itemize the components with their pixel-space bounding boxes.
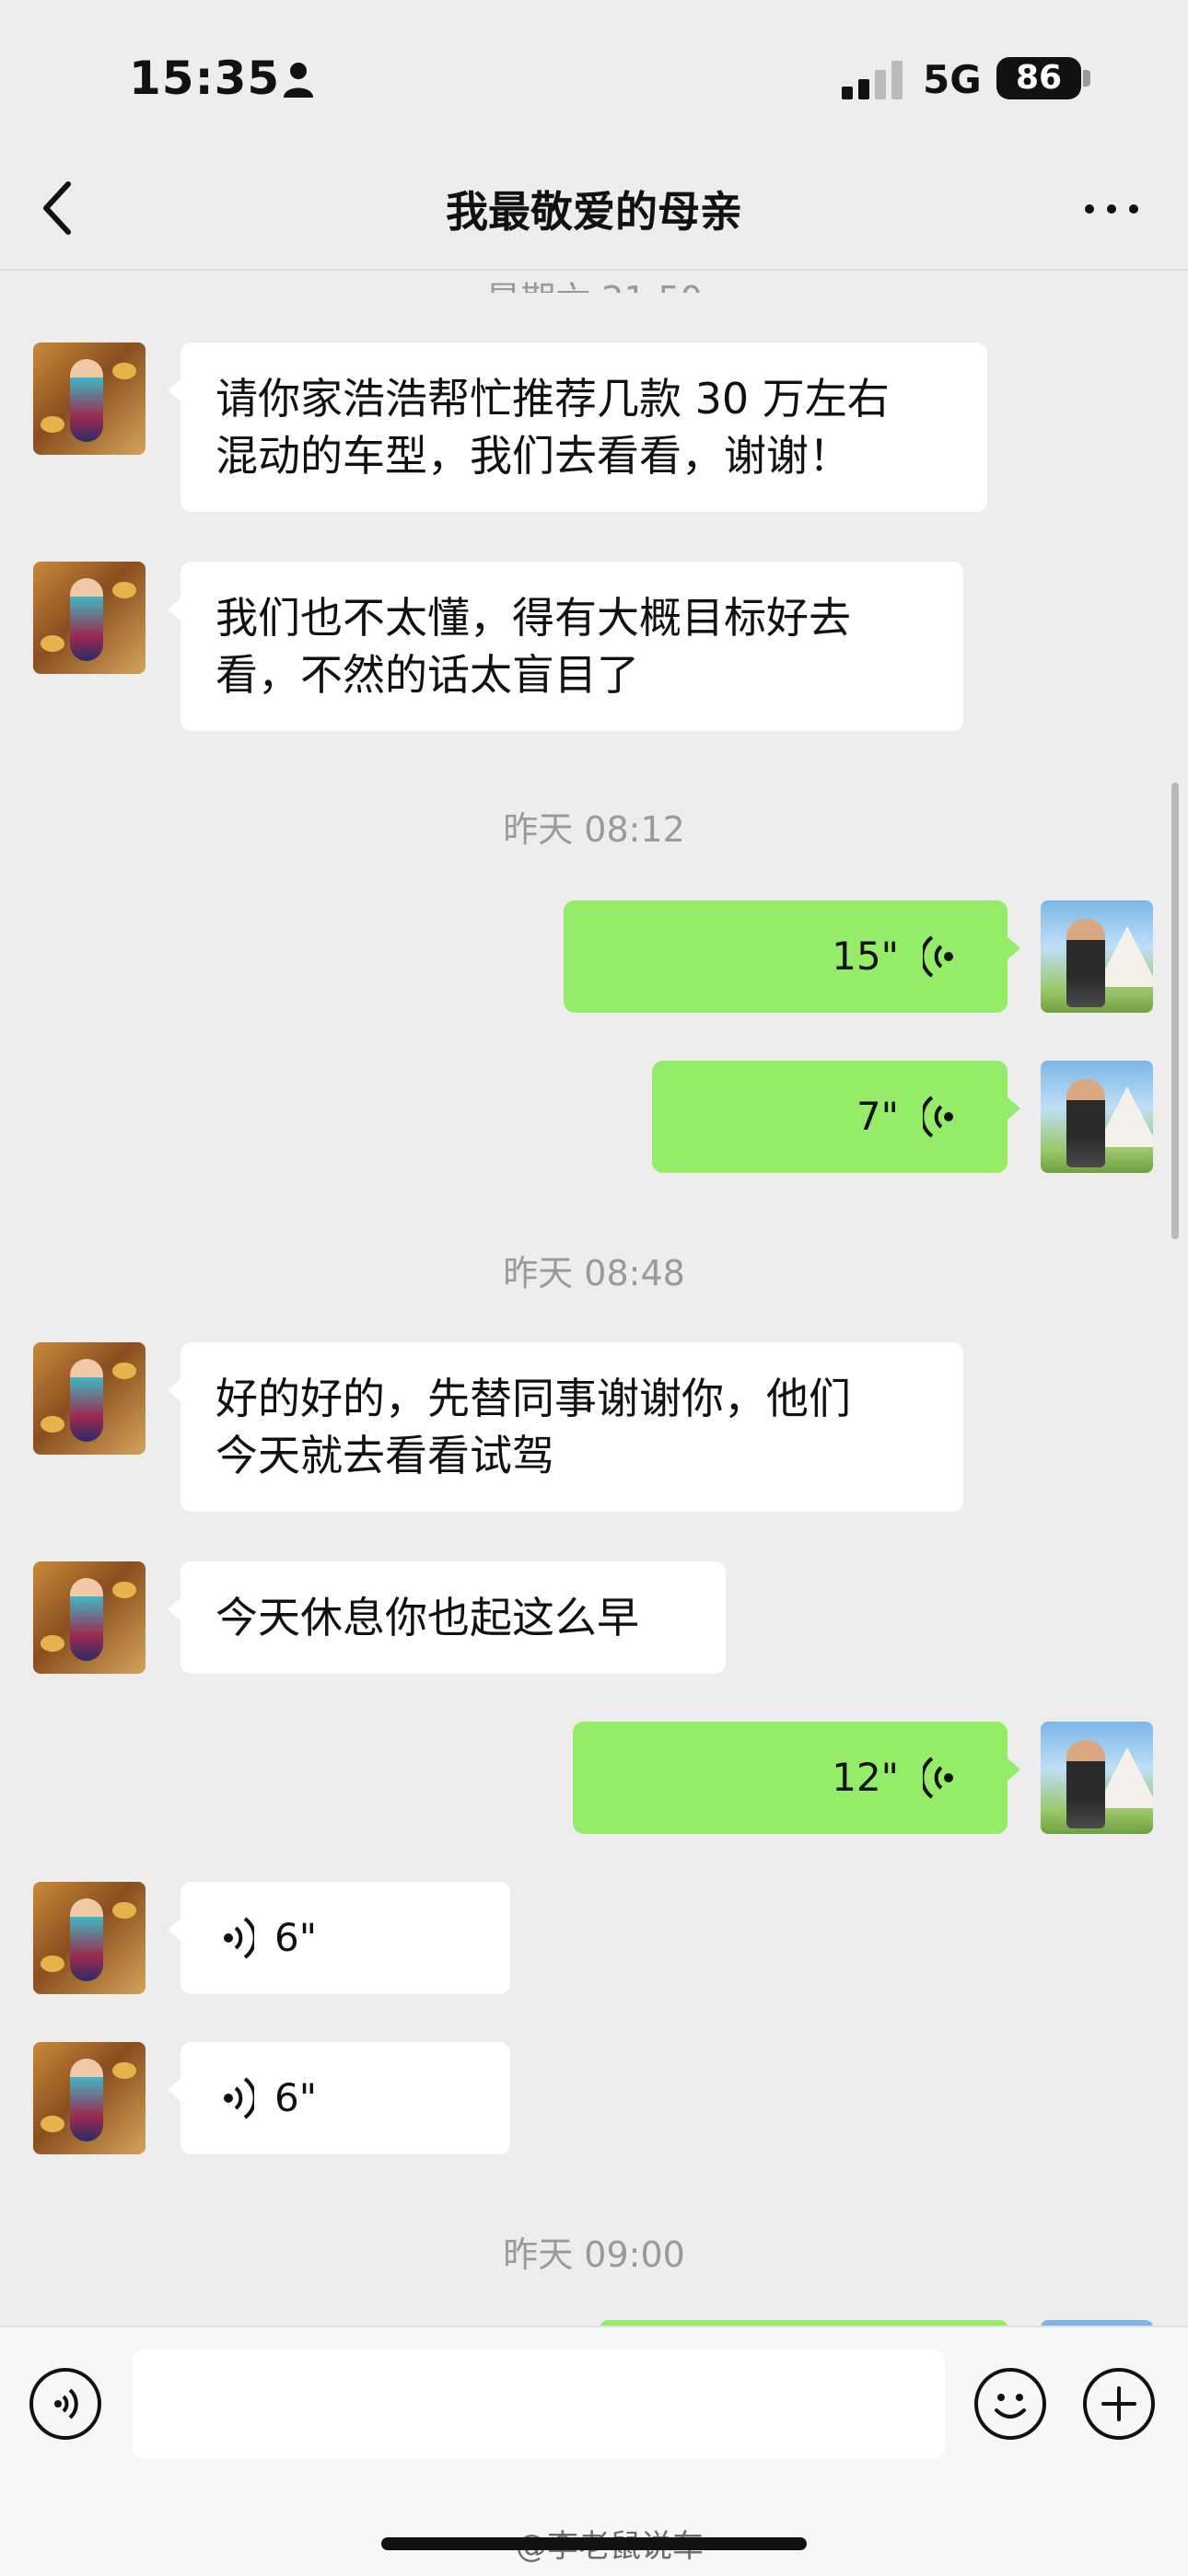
incoming-text-bubble[interactable]: 我们也不太懂，得有大概目标好去 看，不然的话太盲目了 xyxy=(168,562,963,731)
status-time: 15:35 xyxy=(129,52,281,105)
voice-wave-icon xyxy=(224,1917,254,1959)
contact-avatar[interactable] xyxy=(33,1342,146,1455)
message-line: 今天休息你也起这么早 xyxy=(215,1593,639,1642)
message-line: 看，不然的话太盲目了 xyxy=(215,650,639,700)
self-avatar[interactable] xyxy=(1041,900,1153,1013)
chat-title: 我最敬爱的母亲 xyxy=(446,187,742,237)
timestamp: 昨天 08:48 xyxy=(503,1253,685,1294)
voice-duration: 12" xyxy=(832,1755,899,1800)
message-line: 今天就去看看试驾 xyxy=(215,1431,554,1480)
timestamp-partial: 星期六 21:50 xyxy=(0,271,1188,293)
contact-avatar[interactable] xyxy=(33,1561,146,1674)
person-icon xyxy=(284,63,313,98)
voice-duration: 6" xyxy=(274,1915,318,1960)
timestamp: 昨天 09:00 xyxy=(503,2234,685,2275)
chat-scrollbar[interactable] xyxy=(1171,783,1179,1239)
emoji-icon[interactable] xyxy=(974,2368,1046,2440)
self-avatar[interactable] xyxy=(1041,1061,1153,1173)
battery-tip xyxy=(1083,70,1090,87)
message-line: 请你家浩浩帮忙推荐几款 30 万左右 xyxy=(215,374,890,424)
contact-avatar[interactable] xyxy=(33,562,146,674)
plus-icon[interactable] xyxy=(1083,2368,1155,2440)
message-input[interactable] xyxy=(133,2350,945,2458)
voice-wave-icon xyxy=(923,935,953,978)
voice-wave-icon xyxy=(923,1096,953,1138)
voice-duration: 15" xyxy=(832,934,899,979)
outgoing-voice-bubble[interactable]: 12" xyxy=(573,1722,1020,1834)
incoming-text-bubble[interactable]: 今天休息你也起这么早 xyxy=(168,1561,726,1674)
outgoing-voice-bubble[interactable]: 15" xyxy=(564,900,1020,1013)
outgoing-voice-bubble[interactable]: 7" xyxy=(652,1061,1020,1173)
voice-duration: 7" xyxy=(856,1094,899,1139)
voice-wave-icon xyxy=(224,2077,254,2119)
timestamp: 昨天 08:12 xyxy=(503,809,685,850)
home-indicator[interactable] xyxy=(381,2537,807,2550)
incoming-voice-bubble[interactable]: 6" xyxy=(168,1882,510,1994)
battery-indicator: 86 xyxy=(996,57,1081,99)
contact-avatar[interactable] xyxy=(33,2042,146,2154)
voice-duration: 6" xyxy=(274,2075,318,2120)
message-line: 混动的车型，我们去看看，谢谢！ xyxy=(215,431,851,481)
incoming-voice-bubble[interactable]: 6" xyxy=(168,2042,510,2154)
timestamp-clip: 星期六 21:50 xyxy=(0,271,1188,293)
contact-avatar[interactable] xyxy=(33,1882,146,1994)
voice-icon[interactable] xyxy=(29,2368,101,2440)
voice-wave-icon xyxy=(923,1757,953,1799)
incoming-text-bubble[interactable]: 请你家浩浩帮忙推荐几款 30 万左右 混动的车型，我们去看看，谢谢！ xyxy=(168,342,987,512)
incoming-text-bubble[interactable]: 好的好的，先替同事谢谢你，他们 今天就去看看试驾 xyxy=(168,1342,963,1512)
contact-avatar[interactable] xyxy=(33,342,146,455)
message-line: 我们也不太懂，得有大概目标好去 xyxy=(215,593,851,643)
signal-icon xyxy=(842,59,903,99)
more-icon[interactable] xyxy=(1079,190,1144,226)
network-type: 5G xyxy=(923,57,982,102)
message-line: 好的好的，先替同事谢谢你，他们 xyxy=(215,1374,851,1423)
self-avatar[interactable] xyxy=(1041,1722,1153,1834)
